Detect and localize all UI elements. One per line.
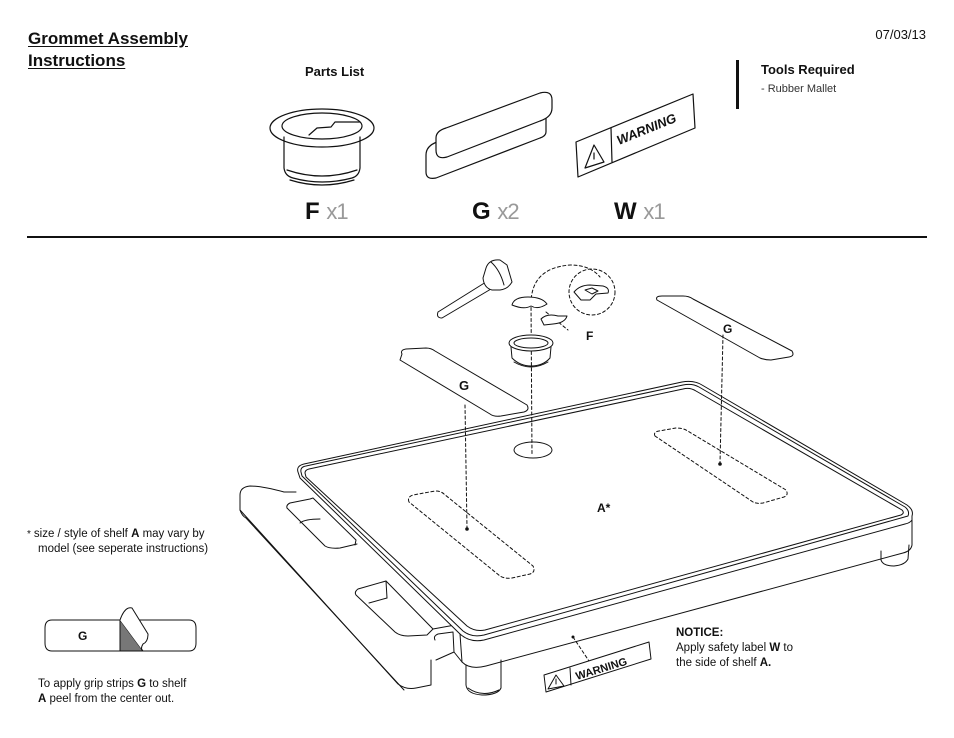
grommet-cap-flap [540,314,568,326]
grommet-cap-top [511,296,548,309]
grip-strip-part-icon [425,91,553,179]
notice-heading: NOTICE: [676,627,724,639]
peel-note-text-mid: to shelf [146,678,187,690]
peel-instructions-note: To apply grip strips G to shelf A peel f… [38,677,186,707]
part-f-label: F x1 [305,198,349,226]
part-g-letter: G [472,198,491,225]
part-w-qty: x1 [643,199,665,224]
grip-strip-left-label: G [459,378,469,393]
notice-bold-w: W [769,642,781,654]
peel-strip-label: G [78,629,87,643]
part-f-qty: x1 [326,199,348,224]
peel-note-bold-g: G [137,678,147,690]
part-w-letter: W [614,198,637,225]
notice-text-mid: to [780,642,793,654]
part-g-qty: x2 [497,199,519,224]
grip-strip-right-label: G [723,322,732,336]
part-g-label: G x2 [472,198,520,226]
shelf-size-note: * size / style of shelf A may vary by mod… [27,527,208,557]
shelf-label: A* [597,501,611,515]
notice-box: NOTICE: Apply safety label W to the side… [676,626,793,671]
shelf-a [239,380,913,696]
part-f-letter: F [305,198,320,225]
peel-note-text: To apply grip strips [38,678,138,690]
grommet-label: F [586,329,593,343]
asterisk-icon: * [27,529,31,540]
shelf-note-text-end: may vary by [139,528,205,540]
peel-strip-illustration [44,607,197,652]
part-w-label: W x1 [614,198,666,226]
peel-note-text-end: peel from the center out. [46,693,175,705]
notice-text-line2: the side of shelf [676,657,760,669]
illustration-canvas: WARNING G G F A* WARNING G [44,91,913,696]
notice-bold-a: A. [759,657,772,669]
rubber-mallet-icon [437,259,513,319]
section-divider [27,236,927,238]
shelf-note-line2: model (see seperate instructions) [38,543,209,555]
shelf-note-text: size / style of shelf [33,528,132,540]
grommet-part-icon [269,108,375,186]
notice-text: Apply safety label [676,642,770,654]
